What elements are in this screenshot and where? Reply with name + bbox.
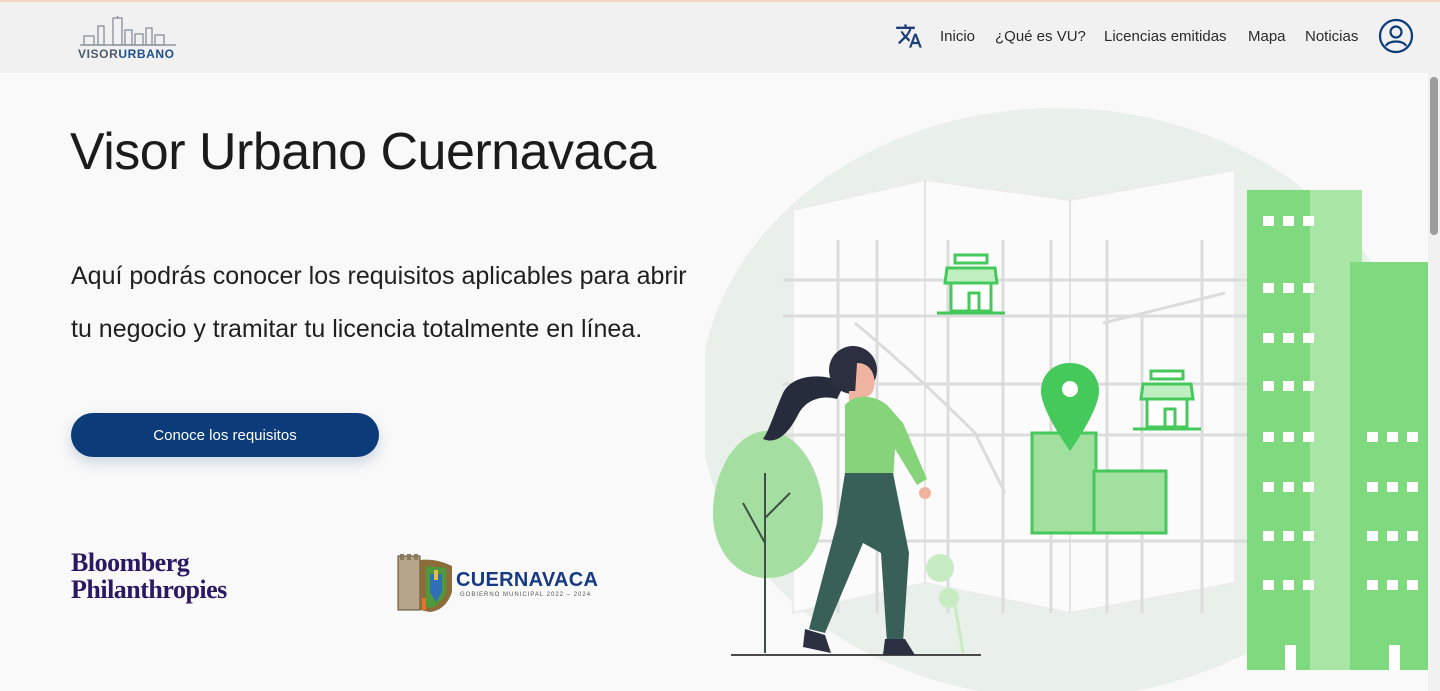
- skyline-icon: [80, 16, 176, 46]
- nav-item-licencias-emitidas[interactable]: Licencias emitidas: [1104, 28, 1227, 45]
- conoce-requisitos-button[interactable]: Conoce los requisitos: [71, 413, 379, 457]
- highlighted-plot-extension: [1092, 469, 1168, 535]
- logo-wordmark: VISORURBANO: [78, 47, 175, 61]
- nav-item-que-es-vu[interactable]: ¿Qué es VU?: [995, 28, 1086, 45]
- page-title: Visor Urbano Cuernavaca: [70, 123, 656, 181]
- highlighted-plot: [1030, 431, 1098, 535]
- tree-icon: [713, 430, 823, 653]
- bloomberg-line2: Philanthropies: [71, 575, 227, 604]
- cuernavaca-shield-icon: [397, 554, 452, 612]
- site-header: VISORURBANO Inicio ¿Qué es VU? Licencias…: [0, 2, 1440, 73]
- green-tower: [1247, 190, 1428, 670]
- cuernavaca-subtitle: GOBIERNO MUNICIPAL 2022 – 2024: [460, 592, 592, 598]
- visor-urbano-logo[interactable]: VISORURBANO: [78, 16, 178, 62]
- nav-item-noticias[interactable]: Noticias: [1305, 28, 1358, 45]
- hero-description: Aquí podrás conocer los requisitos aplic…: [71, 262, 687, 343]
- hero-illustration: [705, 108, 1428, 691]
- nav-item-inicio[interactable]: Inicio: [940, 28, 975, 45]
- translate-icon[interactable]: [895, 22, 923, 50]
- bloomberg-line1: Bloomberg: [71, 548, 190, 577]
- scrollbar-thumb[interactable]: [1430, 77, 1438, 235]
- account-circle-icon[interactable]: [1378, 18, 1414, 54]
- bloomberg-philanthropies-logo[interactable]: Bloomberg Philanthropies: [71, 549, 227, 603]
- cuernavaca-name: CUERNAVACA: [456, 569, 599, 591]
- nav-item-mapa[interactable]: Mapa: [1248, 28, 1286, 45]
- page-scrollbar[interactable]: [1428, 73, 1440, 691]
- cuernavaca-logo[interactable]: CUERNAVACA GOBIERNO MUNICIPAL 2022 – 202…: [396, 552, 616, 614]
